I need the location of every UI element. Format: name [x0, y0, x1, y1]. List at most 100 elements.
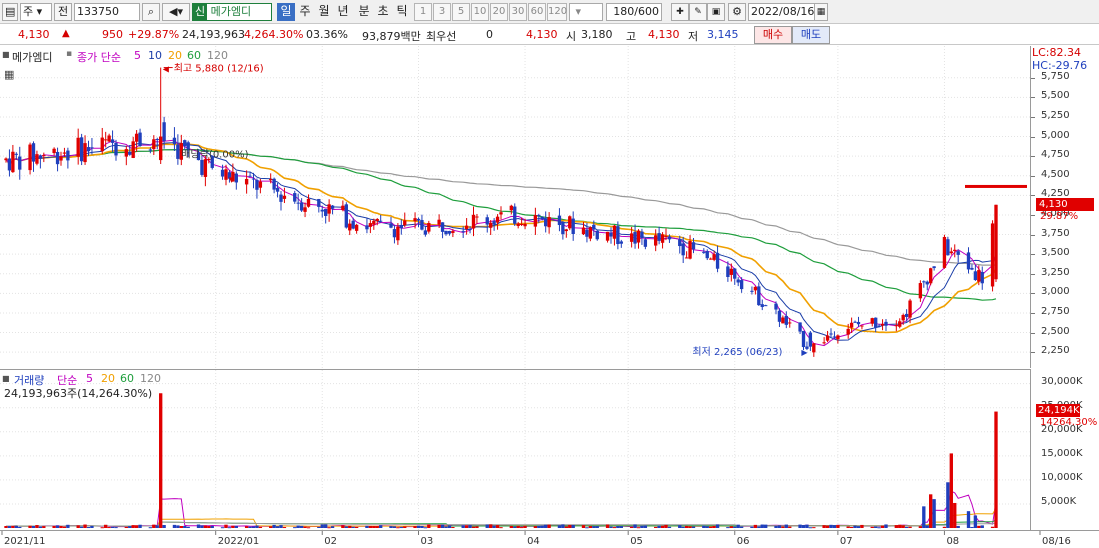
- period-tab-year[interactable]: 년: [334, 3, 352, 21]
- candle-body: [660, 234, 665, 243]
- volume-bar: [299, 525, 304, 528]
- candle-body: [750, 290, 754, 292]
- candle-body: [248, 175, 252, 177]
- minute-step-10[interactable]: 10: [471, 3, 489, 21]
- period-tab-tick[interactable]: 틱: [393, 3, 411, 21]
- volume-bar: [186, 526, 190, 528]
- search-icon[interactable]: ⌕: [142, 3, 160, 21]
- volume-panel[interactable]: ■ 거래량 단순 5 20 60 120 24,193,963주(14,264.…: [0, 369, 1031, 530]
- save-icon[interactable]: ▣: [707, 3, 725, 21]
- prev-button[interactable]: 전: [54, 3, 72, 21]
- period-tab-month[interactable]: 월: [315, 3, 333, 21]
- minute-step-60[interactable]: 60: [528, 3, 546, 21]
- buy-button[interactable]: 매수: [754, 26, 792, 44]
- zoom-icon[interactable]: ✚: [671, 3, 689, 21]
- volume-bar: [856, 526, 861, 528]
- candlestick-chart[interactable]: ◀ 최고 5,880 (12/16) 최저 2,265 (06/23) ▶ 배당락(0.…: [0, 46, 1031, 368]
- volume-bar: [83, 524, 87, 528]
- stock-code-value: 133750: [77, 5, 119, 18]
- stock-code-input[interactable]: 133750: [74, 3, 140, 21]
- minute-step-5[interactable]: 5: [452, 3, 470, 21]
- candle-body: [52, 148, 56, 154]
- calendar-icon[interactable]: ▦: [814, 3, 828, 21]
- period-tab-day[interactable]: 일: [277, 3, 295, 21]
- candle-body: [423, 230, 428, 235]
- volume-bar: [79, 526, 84, 528]
- volume-value: 24,193,963: [182, 28, 245, 41]
- candle-body: [619, 241, 623, 244]
- low-marker-label: 최저 2,265 (06/23): [692, 346, 782, 358]
- volume-bar: [729, 526, 733, 528]
- volume-bar: [447, 525, 452, 528]
- volume-bar: [764, 524, 768, 528]
- volume-bar: [499, 527, 503, 529]
- x-axis: 2021/11 2022/01 02 03 04 05 06 07 08 08/16: [0, 530, 1099, 548]
- data-count-input[interactable]: 180/600: [606, 3, 662, 21]
- gear-icon[interactable]: ⚙: [728, 3, 746, 21]
- panel-handle-icon[interactable]: ■: [2, 50, 10, 59]
- candle-body: [884, 321, 888, 326]
- volume-bar: [124, 526, 128, 528]
- best-quote-price: 4,130: [526, 28, 558, 41]
- period-tab-second[interactable]: 초: [374, 3, 392, 21]
- up-arrow-icon: ▲: [62, 28, 70, 39]
- volume-bar: [392, 526, 397, 528]
- chart-settings-icon[interactable]: ▤: [2, 3, 18, 21]
- last-volume-pct: 14264.30%: [1040, 416, 1098, 428]
- minute-step-1[interactable]: 1: [414, 3, 432, 21]
- custom-period-select[interactable]: ▾: [569, 3, 603, 21]
- volume-bar: [227, 527, 232, 529]
- candle-body: [667, 236, 672, 240]
- candle-body: [994, 204, 998, 280]
- candle-body: [904, 313, 909, 317]
- price-axis-label: 5,250: [1041, 109, 1070, 121]
- candle-body: [640, 231, 644, 238]
- volume-bar: [306, 527, 311, 529]
- minute-step-30[interactable]: 30: [509, 3, 527, 21]
- price-axis-tick: [1031, 214, 1035, 216]
- volume-bar: [18, 526, 22, 528]
- stock-name-field[interactable]: 신 메가엠디: [192, 3, 272, 21]
- price-axis-tick: [1031, 234, 1035, 236]
- grid-icon[interactable]: ▦: [4, 68, 14, 81]
- candle-body: [296, 202, 300, 204]
- candle-body: [399, 224, 403, 229]
- candle-body: [901, 314, 905, 321]
- volume-bar: [224, 524, 228, 528]
- candle-body: [131, 141, 135, 158]
- volume-bar: [379, 525, 383, 528]
- candle-body: [437, 219, 441, 225]
- volume-bar: [616, 526, 620, 528]
- unit-select[interactable]: 주 ▾: [20, 3, 52, 21]
- minute-step-3[interactable]: 3: [433, 3, 451, 21]
- high-marker-label: 최고 5,880 (12/16): [174, 63, 264, 75]
- volume-bar: [636, 527, 641, 529]
- draw-tool-icon[interactable]: ✎: [689, 3, 707, 21]
- legend-close-icon[interactable]: ▪: [66, 49, 72, 59]
- candle-body: [83, 143, 87, 163]
- price-panel[interactable]: ◀ 최고 5,880 (12/16) 최저 2,265 (06/23) ▶ 배당락(0.…: [0, 46, 1031, 368]
- candle-body: [557, 215, 562, 226]
- candle-body: [220, 169, 225, 177]
- candle-body: [918, 283, 923, 299]
- period-tab-week[interactable]: 주: [296, 3, 314, 21]
- speaker-icon[interactable]: ◀▾: [162, 3, 190, 21]
- candle-body: [643, 239, 648, 247]
- candle-body: [200, 159, 204, 175]
- minute-step-120[interactable]: 120: [547, 3, 567, 21]
- volume-bar: [148, 527, 153, 529]
- volume-bar: [317, 526, 321, 528]
- period-tab-minute[interactable]: 분: [355, 3, 373, 21]
- minute-step-20[interactable]: 20: [490, 3, 508, 21]
- volume-bar: [733, 526, 737, 528]
- volume-chart[interactable]: [0, 370, 1031, 530]
- candle-body: [860, 325, 864, 327]
- candle-body: [124, 149, 128, 157]
- sell-button[interactable]: 매도: [792, 26, 830, 44]
- candle-body: [729, 268, 733, 275]
- volume-panel-handle-icon[interactable]: ■: [2, 374, 10, 383]
- low-label: 저: [688, 30, 699, 43]
- volume-bar: [925, 525, 929, 528]
- candle-body: [760, 304, 764, 307]
- candle-body: [856, 321, 861, 325]
